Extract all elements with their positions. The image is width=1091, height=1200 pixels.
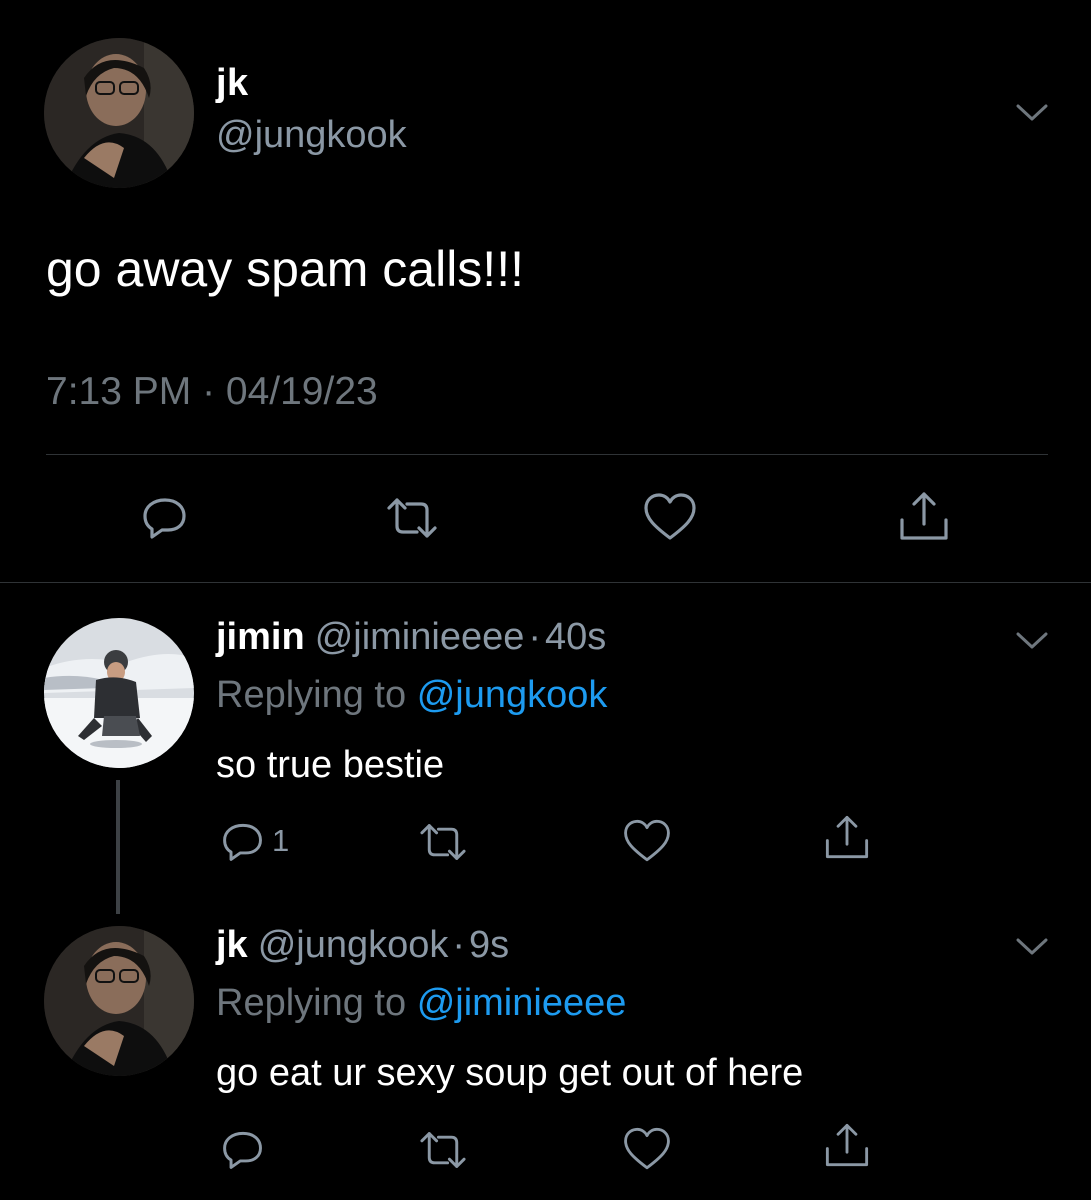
reply-icon (220, 818, 266, 864)
reply-icon (140, 492, 190, 542)
tweet-timestamp[interactable]: 7:13 PM · 04/19/23 (46, 370, 378, 414)
author-name[interactable]: jk (216, 62, 249, 105)
reply-text: so true bestie (216, 744, 445, 786)
retweet-button[interactable] (418, 1128, 468, 1172)
mention-link[interactable]: @jungkook (417, 674, 608, 716)
share-icon (822, 1120, 872, 1170)
share-button[interactable] (822, 1120, 872, 1170)
divider (0, 582, 1091, 583)
like-button[interactable] (622, 1126, 672, 1172)
like-icon (622, 818, 672, 864)
avatar[interactable] (44, 618, 194, 768)
chevron-down-icon[interactable] (1012, 620, 1052, 660)
share-button[interactable] (896, 488, 952, 544)
avatar[interactable] (44, 926, 194, 1076)
reply-button[interactable]: 1 (220, 818, 289, 864)
author-handle[interactable]: @jungkook (216, 114, 407, 157)
like-button[interactable] (622, 818, 672, 864)
retweet-icon (418, 820, 468, 864)
chevron-down-icon[interactable] (1012, 926, 1052, 966)
retweet-icon (385, 494, 439, 542)
author-name[interactable]: jimin (216, 616, 305, 659)
replying-to-label: Replying to (216, 674, 407, 716)
avatar[interactable] (44, 38, 194, 188)
chevron-down-icon[interactable] (1012, 92, 1052, 132)
share-button[interactable] (822, 812, 872, 862)
like-icon (642, 492, 698, 542)
separator-dot: · (528, 616, 542, 658)
retweet-button[interactable] (418, 820, 468, 864)
retweet-button[interactable] (385, 494, 439, 542)
author-handle[interactable]: @jiminieeee (315, 616, 525, 659)
divider (46, 454, 1048, 455)
replying-to-label: Replying to (216, 982, 407, 1024)
retweet-icon (418, 1128, 468, 1172)
reply-button[interactable] (140, 492, 190, 542)
share-icon (822, 812, 872, 862)
reply-count: 1 (272, 823, 290, 858)
thread-connector (116, 780, 120, 914)
reply-header: jk @jungkook · 9s (216, 924, 519, 967)
tweet-text: go away spam calls!!! (46, 241, 524, 297)
like-icon (622, 1126, 672, 1172)
mention-link[interactable]: @jiminieeee (417, 982, 627, 1024)
author-handle[interactable]: @jungkook (258, 924, 449, 967)
reply-time[interactable]: 9s (469, 924, 509, 967)
reply-time[interactable]: 40s (545, 616, 606, 659)
author-name[interactable]: jk (216, 924, 248, 967)
share-icon (896, 488, 952, 544)
replying-to: Replying to @jiminieeee (216, 982, 626, 1025)
separator-dot: · (452, 924, 466, 966)
reply-header: jimin @jiminieeee · 40s (216, 616, 616, 659)
reply-icon (220, 1126, 266, 1172)
reply-button[interactable] (220, 1126, 266, 1172)
reply-text: go eat ur sexy soup get out of here (216, 1052, 804, 1094)
like-button[interactable] (642, 492, 698, 542)
replying-to: Replying to @jungkook (216, 674, 607, 717)
